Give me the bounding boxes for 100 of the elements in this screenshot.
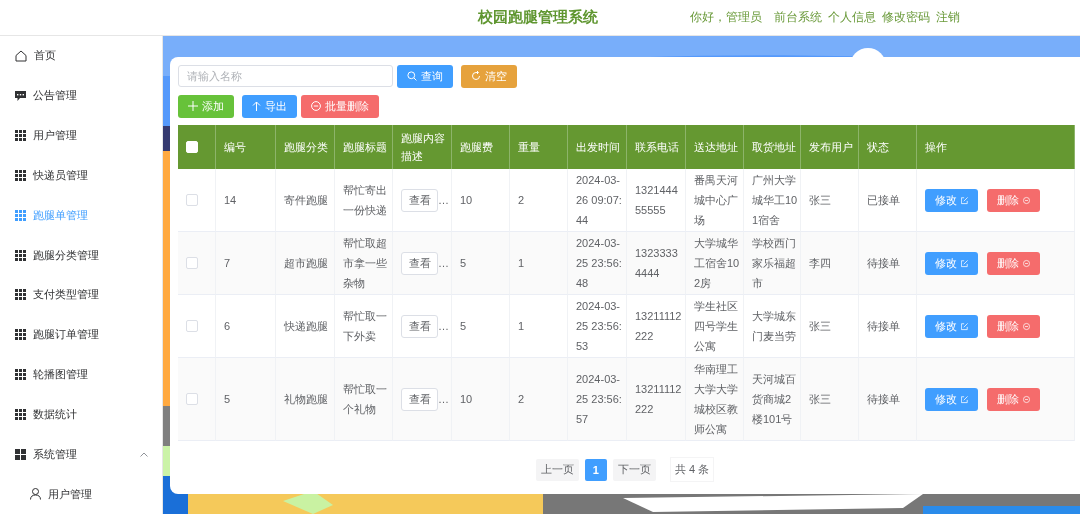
column-header: 跑腿费 [452, 125, 510, 169]
table-cell-text: 华南理工大学大学城校区教师公寓 [694, 362, 739, 437]
view-button[interactable]: 查看 [401, 314, 438, 338]
table-cell-text: 超市跑腿 [284, 256, 328, 271]
user-icon [30, 488, 41, 500]
header-link[interactable]: 注销 [936, 9, 960, 26]
ellipsis-text: … [438, 392, 449, 407]
table-cell-text: 6 [224, 319, 231, 334]
table-cell-text: 张三 [809, 392, 831, 407]
column-header: 出发时间 [568, 125, 627, 169]
delete-button[interactable]: 删除 [987, 387, 1040, 411]
table-cell-text: 天河城百货商城2楼101号 [752, 372, 797, 427]
header-link[interactable]: 个人信息 [828, 9, 876, 26]
row-checkbox[interactable] [186, 257, 198, 269]
table-cell-text: 132144455555 [635, 183, 679, 218]
row-checkbox[interactable] [186, 194, 198, 206]
menu-item[interactable]: 快递员管理 [0, 155, 162, 196]
minus-circle-icon [1023, 195, 1030, 205]
table-cell-text: 学校西门家乐福超市 [752, 236, 797, 291]
grid-icon [15, 408, 26, 420]
menu-item[interactable]: 首页 [0, 36, 162, 76]
table-cell-text: 张三 [809, 193, 831, 208]
table-cell-text: 2 [518, 193, 525, 208]
header-link[interactable]: 修改密码 [882, 9, 930, 26]
search-button[interactable]: 查询 [397, 64, 453, 88]
search-field[interactable]: 请输入名称 [178, 65, 393, 87]
column-header: 编号 [216, 125, 276, 169]
select-all-checkbox[interactable] [186, 141, 198, 153]
refresh-icon [471, 71, 481, 81]
ellipsis-text: … [438, 319, 449, 334]
menu-item[interactable]: 支付类型管理 [0, 274, 162, 315]
grid-icon [15, 249, 26, 261]
table-cell-text: 5 [224, 392, 231, 407]
menu-item[interactable]: 跑腿单管理 [0, 195, 162, 236]
app-title: 校园跑腿管理系统 [478, 8, 599, 27]
header-link[interactable]: 前台系统 [774, 9, 822, 26]
view-button[interactable]: 查看 [401, 387, 438, 411]
edit-button[interactable]: 修改 [925, 387, 978, 411]
search-icon [407, 71, 417, 81]
table-cell-text: 2024-03-26 09:07:44 [576, 173, 623, 228]
table-cell-text: 帮忙取超市拿一些杂物 [343, 236, 388, 291]
column-header: 跑腿分类 [276, 125, 335, 169]
table-cell-text: 帮忙取一个礼物 [343, 382, 388, 417]
prev-page-button[interactable]: 上一页 [535, 458, 579, 481]
table-cell-text: 2024-03-25 23:56:48 [576, 236, 623, 291]
table-cell-text: 广州大学城华工101宿舍 [752, 173, 798, 228]
minus-circle-icon [1023, 258, 1030, 268]
table-cell-text: 帮忙寄出一份快递 [343, 183, 388, 218]
menu-item[interactable]: 系统管理 [0, 434, 162, 475]
menu-item[interactable]: 数据统计 [0, 394, 162, 435]
edit-icon [961, 258, 968, 268]
page-button[interactable]: 1 [584, 458, 607, 481]
menu-item[interactable]: 轮播图管理 [0, 354, 162, 395]
table-cell-text: 大学城东门麦当劳 [752, 309, 797, 344]
minus-circle-icon [1023, 394, 1030, 404]
view-button[interactable]: 查看 [401, 251, 438, 275]
table-cell-text: 1 [518, 319, 525, 334]
table-cell-text: 待接单 [867, 319, 900, 334]
menu-item[interactable]: 跑腿订单管理 [0, 314, 162, 355]
row-checkbox[interactable] [186, 393, 198, 405]
table-cell-text: 寄件跑腿 [284, 193, 328, 208]
table-cell-text: 待接单 [867, 392, 900, 407]
plus-icon [188, 101, 198, 111]
table-cell-text: 10 [460, 392, 473, 407]
delete-button[interactable]: 删除 [987, 314, 1040, 338]
row-checkbox[interactable] [186, 320, 198, 332]
ellipsis-text: … [438, 256, 449, 271]
export-button[interactable]: 导出 [242, 94, 297, 118]
delete-button[interactable]: 批量删除 [301, 94, 379, 118]
grid-icon [15, 130, 26, 142]
next-page-button[interactable]: 下一页 [612, 458, 656, 481]
grid-icon [15, 289, 26, 301]
edit-icon [961, 321, 968, 331]
column-header: 联系电话 [627, 125, 686, 169]
table-cell-text: 13233334444 [635, 246, 679, 281]
delete-button[interactable]: 删除 [987, 188, 1040, 212]
add-button[interactable]: 添加 [178, 94, 234, 118]
total-count: 共 4 条 [669, 457, 715, 482]
menu-item[interactable]: 用户管理 [0, 115, 162, 156]
table-cell-text: 帮忙取一下外卖 [343, 309, 388, 344]
column-header: 操作 [917, 125, 1075, 169]
view-button[interactable]: 查看 [401, 188, 438, 212]
column-header: 取货地址 [744, 125, 801, 169]
edit-button[interactable]: 修改 [925, 314, 978, 338]
menu-item[interactable]: 用户管理 [0, 474, 162, 514]
home-icon [15, 49, 27, 62]
column-header: 重量 [510, 125, 568, 169]
table-cell-text: 2024-03-25 23:56:57 [576, 372, 623, 427]
table-cell-text: 待接单 [867, 256, 900, 271]
table-cell-text: 14 [224, 193, 237, 208]
grid-icon [15, 369, 26, 381]
table-cell-text: 2 [518, 392, 525, 407]
reset-button[interactable]: 清空 [461, 64, 517, 88]
delete-button[interactable]: 删除 [987, 251, 1040, 275]
edit-button[interactable]: 修改 [925, 251, 978, 275]
table-cell-text: 张三 [809, 319, 831, 334]
menu-item[interactable]: 公告管理 [0, 75, 162, 116]
column-header: 送达地址 [686, 125, 744, 169]
edit-button[interactable]: 修改 [925, 188, 978, 212]
menu-item[interactable]: 跑腿分类管理 [0, 235, 162, 275]
